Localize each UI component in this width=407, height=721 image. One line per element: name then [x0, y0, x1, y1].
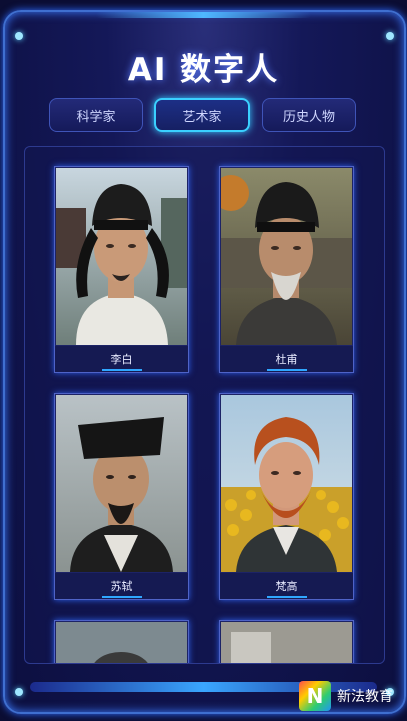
page-title: AI 数字人 — [127, 52, 280, 88]
card-name: 苏轼 — [55, 573, 188, 599]
card-partial[interactable] — [54, 620, 189, 663]
card-name: 杜甫 — [220, 346, 353, 372]
card-grid: 李白 杜甫 苏轼 梵高 — [24, 146, 385, 664]
corner-light-icon — [15, 32, 23, 40]
tab-artists[interactable]: 艺术家 — [154, 98, 250, 132]
card-du-fu[interactable]: 杜甫 — [219, 166, 354, 373]
portrait-su-shi-image — [56, 395, 187, 572]
card-name: 李白 — [55, 346, 188, 372]
tab-scientists[interactable]: 科学家 — [49, 98, 143, 132]
card-van-gogh[interactable]: 梵高 — [219, 393, 354, 600]
card-name: 梵高 — [220, 573, 353, 599]
card-su-shi[interactable]: 苏轼 — [54, 393, 189, 600]
portrait-li-bai-image — [56, 168, 187, 345]
portrait-partial-image — [221, 622, 352, 663]
watermark-text: 新法教育 — [337, 689, 393, 705]
portrait-van-gogh-image — [221, 395, 352, 572]
card-partial[interactable] — [219, 620, 354, 663]
tab-historical-figures[interactable]: 历史人物 — [262, 98, 356, 132]
card-li-bai[interactable]: 李白 — [54, 166, 189, 373]
watermark: N 新法教育 — [299, 681, 393, 711]
portrait-partial-image — [56, 622, 187, 663]
top-glow-bar — [96, 12, 311, 18]
corner-light-icon — [15, 688, 23, 696]
portrait-du-fu-image — [221, 168, 352, 345]
brand-logo-icon: N — [299, 681, 331, 711]
corner-light-icon — [386, 32, 394, 40]
